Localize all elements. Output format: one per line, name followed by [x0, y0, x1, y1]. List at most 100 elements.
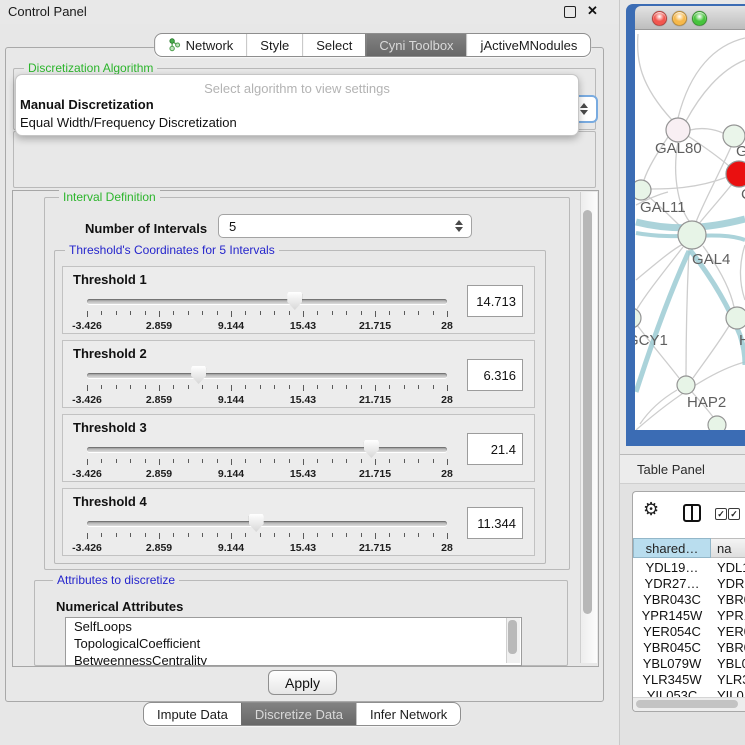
cell-shared-name[interactable]: YBR043C [633, 592, 711, 607]
slider-tick [289, 533, 290, 537]
slider-tick [260, 533, 261, 537]
network-edge[interactable] [638, 34, 672, 120]
network-node[interactable] [677, 376, 695, 394]
cell-name[interactable]: YBL0 [717, 656, 745, 671]
cell-name[interactable]: YDL1 [717, 560, 745, 575]
split-columns-icon[interactable] [683, 504, 701, 522]
network-edge[interactable] [678, 38, 745, 118]
slider-thumb[interactable] [191, 366, 206, 384]
cell-shared-name[interactable]: YBR045C [633, 640, 711, 655]
table-horizontal-scrollbar-thumb[interactable] [636, 700, 738, 708]
network-edge[interactable] [686, 249, 689, 376]
threshold-slider[interactable]: -3.4262.8599.14415.4321.71528 [87, 515, 447, 555]
cell-name[interactable]: YER0 [717, 624, 745, 639]
tab-cyni-toolbox[interactable]: Cyni Toolbox [365, 34, 466, 56]
numerical-attributes-list[interactable]: SelfLoopsTopologicalCoefficientBetweenne… [65, 617, 522, 666]
table-row[interactable]: YER054C YER0 [633, 624, 745, 640]
slider-tick [289, 311, 290, 315]
table-row[interactable]: YBR045C YBR0 [633, 640, 745, 656]
popup-option-manual-discretization[interactable]: Manual Discretization [20, 97, 154, 112]
slider-track[interactable] [87, 373, 447, 378]
network-node[interactable] [666, 118, 690, 142]
tab-infer-network[interactable]: Infer Network [356, 703, 460, 725]
cell-name[interactable]: YPR1 [717, 608, 745, 623]
checkbox-icon[interactable]: ✓ [715, 508, 727, 520]
table-row[interactable]: YPR145W YPR1 [633, 608, 745, 624]
slider-tick-label: -3.426 [72, 468, 102, 480]
slider-thumb[interactable] [287, 292, 302, 310]
table-row[interactable]: YBL079W YBL0 [633, 656, 745, 672]
minimize-traffic-light-icon[interactable] [672, 11, 687, 26]
network-node[interactable] [678, 221, 706, 249]
slider-thumb[interactable] [364, 440, 379, 458]
network-edge[interactable] [740, 245, 745, 300]
zoom-traffic-light-icon[interactable] [692, 11, 707, 26]
tab-jactivemnodules[interactable]: jActiveMNodules [467, 34, 591, 56]
cell-shared-name[interactable]: YBL079W [633, 656, 711, 671]
slider-track[interactable] [87, 299, 447, 304]
table-row[interactable]: YLR345W YLR3 [633, 672, 745, 688]
close-traffic-light-icon[interactable] [652, 11, 667, 26]
slider-track[interactable] [87, 447, 447, 452]
table-row[interactable]: YBR043C YBR0 [633, 592, 745, 608]
threshold-slider[interactable]: -3.4262.8599.14415.4321.71528 [87, 441, 447, 481]
tab-style[interactable]: Style [246, 34, 302, 56]
network-edge[interactable] [686, 60, 745, 121]
attribute-list-item[interactable]: SelfLoops [66, 618, 521, 635]
threshold-value-field[interactable]: 14.713 [467, 285, 523, 317]
network-node[interactable] [635, 180, 651, 200]
threshold-value-field[interactable]: 6.316 [467, 359, 523, 391]
network-node[interactable] [726, 161, 745, 187]
threshold-value-field[interactable]: 21.4 [467, 433, 523, 465]
checkbox-icon[interactable]: ✓ [728, 508, 740, 520]
slider-tick [145, 459, 146, 463]
cell-name[interactable]: YLR3 [717, 672, 745, 687]
cell-name[interactable]: YBR0 [717, 640, 745, 655]
table-column-header-shared-name[interactable]: shared… [633, 538, 711, 558]
table-row[interactable]: YDR27… YDR2 [633, 576, 745, 592]
slider-tick [418, 385, 419, 389]
slider-tick [317, 533, 318, 537]
network-edge[interactable] [690, 129, 723, 133]
apply-button[interactable]: Apply [268, 670, 337, 695]
float-window-icon[interactable] [564, 6, 576, 18]
settings-scrollbar-thumb[interactable] [583, 210, 592, 614]
network-node[interactable] [726, 307, 745, 329]
network-window-titlebar[interactable] [635, 6, 745, 30]
tab-impute-data[interactable]: Impute Data [144, 703, 241, 725]
close-icon[interactable]: ✕ [587, 3, 598, 19]
tab-label: Impute Data [157, 707, 228, 722]
number-of-intervals-select[interactable]: 5 [218, 214, 472, 238]
cell-shared-name[interactable]: YER054C [633, 624, 711, 639]
attribute-list-item[interactable]: TopologicalCoefficient [66, 635, 521, 652]
slider-track[interactable] [87, 521, 447, 526]
slider-tick [231, 459, 232, 465]
cell-name[interactable]: YBR0 [717, 592, 745, 607]
network-edge-highlighted[interactable] [636, 251, 689, 392]
tab-discretize-data[interactable]: Discretize Data [241, 703, 356, 725]
tab-label: Network [186, 38, 234, 53]
network-node[interactable] [635, 308, 641, 328]
threshold-slider[interactable]: -3.4262.8599.14415.4321.71528 [87, 293, 447, 333]
tab-select[interactable]: Select [302, 34, 365, 56]
table-row[interactable]: YDL19… YDL1 [633, 560, 745, 576]
cell-shared-name[interactable]: YDL19… [633, 560, 711, 575]
slider-tick [101, 311, 102, 315]
cell-shared-name[interactable]: YLR345W [633, 672, 711, 687]
cell-name[interactable]: YDR2 [717, 576, 745, 591]
slider-thumb[interactable] [249, 514, 264, 532]
cell-shared-name[interactable]: YPR145W [633, 608, 711, 623]
table-column-header-name[interactable]: na [711, 538, 745, 558]
popup-option-equal-width-frequency[interactable]: Equal Width/Frequency Discretization [20, 115, 237, 130]
tab-network[interactable]: Network [155, 34, 247, 56]
threshold-slider[interactable]: -3.4262.8599.14415.4321.71528 [87, 367, 447, 407]
attributes-list-scrollbar-thumb[interactable] [508, 620, 517, 654]
network-node-label: C [741, 186, 745, 203]
network-edge[interactable] [640, 390, 677, 424]
attribute-list-item[interactable]: BetweennessCentrality [66, 652, 521, 666]
cell-shared-name[interactable]: YDR27… [633, 576, 711, 591]
threshold-value-field[interactable]: 11.344 [467, 507, 523, 539]
network-view[interactable]: GAL80GAGAL11CGAL4GCY1HHAP2 [635, 30, 745, 430]
network-node[interactable] [708, 416, 726, 430]
settings-gear-icon[interactable]: ⚙ [643, 500, 659, 518]
